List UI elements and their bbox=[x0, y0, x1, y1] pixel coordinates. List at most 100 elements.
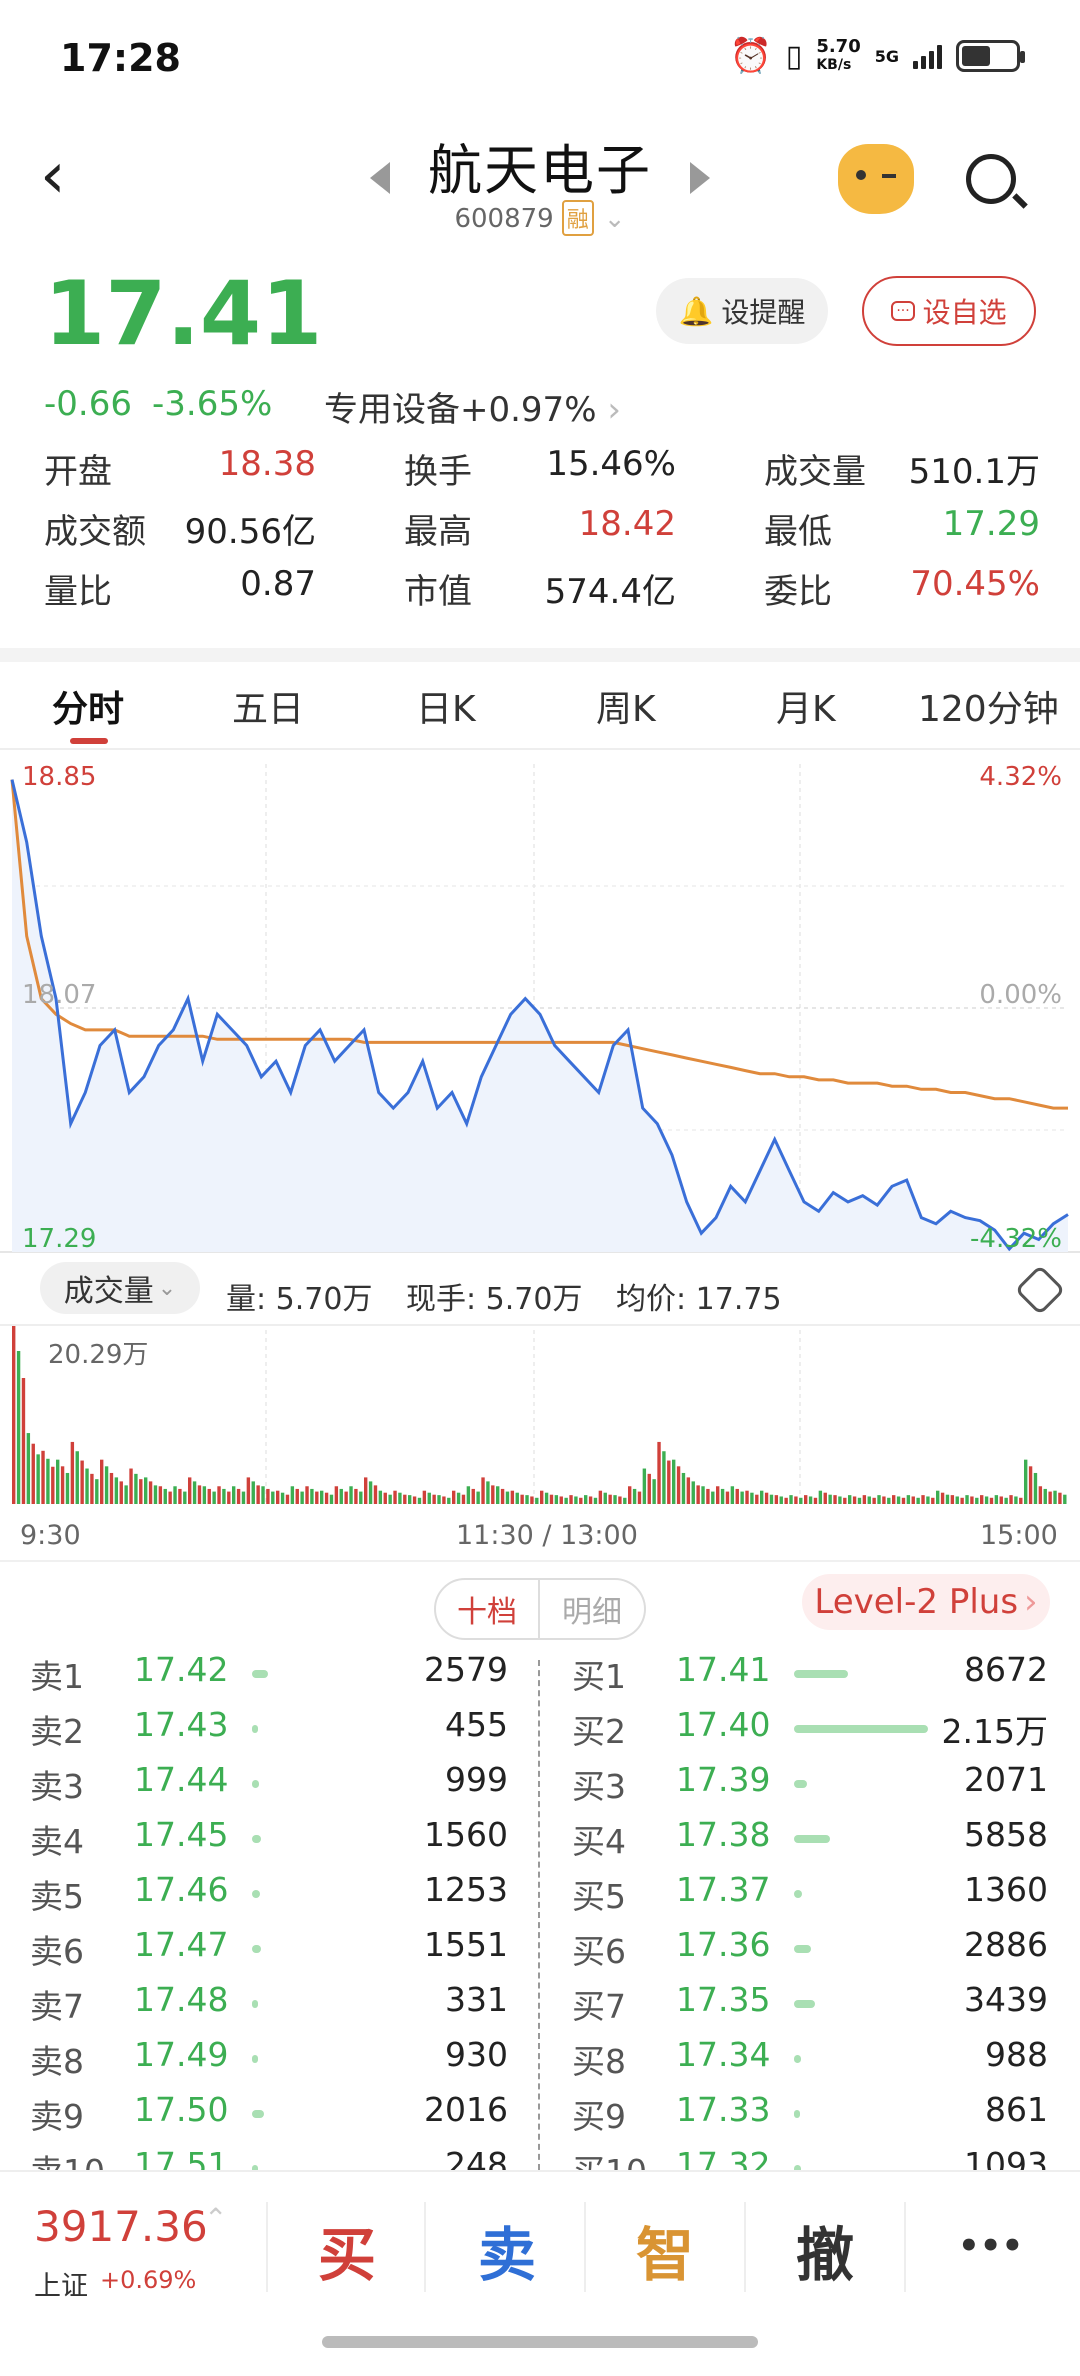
buy-level-bar bbox=[794, 1725, 928, 1733]
volume-bar bbox=[637, 1491, 642, 1504]
tab-daily-k[interactable]: 日K bbox=[416, 680, 476, 732]
mascot-avatar[interactable] bbox=[838, 144, 914, 214]
volume-bar bbox=[119, 1481, 123, 1504]
sell-level-row[interactable]: 卖3 17.44 999 bbox=[30, 1760, 508, 1814]
volume-bar bbox=[60, 1466, 65, 1504]
stat-value: 17.29 bbox=[942, 504, 1040, 544]
volume-bar bbox=[593, 1497, 598, 1504]
axis-pct-bottom: -4.32% bbox=[970, 1224, 1062, 1254]
stock-name: 航天电子 bbox=[428, 139, 652, 202]
sell-level-price: 17.42 bbox=[134, 1650, 229, 1689]
volume-bar bbox=[706, 1488, 710, 1504]
buy-button[interactable]: 买 bbox=[318, 2208, 376, 2292]
sell-level-price: 17.50 bbox=[134, 2090, 229, 2129]
axis-pct-mid: 0.00% bbox=[979, 980, 1062, 1010]
stat-label: 量比 bbox=[44, 572, 112, 612]
volume-bar bbox=[960, 1497, 964, 1504]
buy-level-row[interactable]: 买3 17.39 2071 bbox=[572, 1760, 1048, 1814]
tab-weekly-k[interactable]: 周K bbox=[596, 680, 656, 732]
volume-bar bbox=[46, 1458, 50, 1504]
volume-bar bbox=[12, 1324, 16, 1504]
search-icon[interactable] bbox=[966, 154, 1016, 204]
sell-button[interactable]: 卖 bbox=[478, 2208, 536, 2292]
buy-level-row[interactable]: 买8 17.34 988 bbox=[572, 2035, 1048, 2089]
volume-bar bbox=[393, 1490, 397, 1504]
volume-bar bbox=[153, 1485, 158, 1504]
tab-monthly-k[interactable]: 月K bbox=[776, 680, 836, 732]
sell-level-row[interactable]: 卖1 17.42 2579 bbox=[30, 1650, 508, 1704]
add-favorite-label: 设自选 bbox=[922, 296, 1007, 329]
more-button[interactable]: ••• bbox=[958, 2226, 1023, 2266]
sell-level-row[interactable]: 卖9 17.50 2016 bbox=[30, 2090, 508, 2144]
sell-level-label: 卖4 bbox=[30, 1822, 84, 1861]
tab-details[interactable]: 明细 bbox=[540, 1578, 646, 1640]
add-favorite-button[interactable]: ··· 设自选 bbox=[862, 276, 1036, 346]
volume-bar bbox=[1053, 1490, 1057, 1504]
volume-bar bbox=[535, 1497, 539, 1504]
volume-bar bbox=[569, 1495, 573, 1504]
volume-bar bbox=[114, 1477, 119, 1504]
volume-bar bbox=[618, 1496, 622, 1504]
sell-level-price: 17.49 bbox=[134, 2035, 229, 2074]
volume-bar bbox=[388, 1494, 392, 1504]
buy-level-row[interactable]: 买2 17.40 2.15万 bbox=[572, 1705, 1048, 1759]
volume-bar bbox=[461, 1494, 466, 1504]
volume-bar bbox=[833, 1495, 837, 1504]
intraday-chart[interactable] bbox=[0, 750, 1080, 1512]
tab-120min[interactable]: 120分钟 bbox=[918, 680, 1059, 732]
buy-level-price: 17.37 bbox=[676, 1870, 771, 1909]
next-stock-icon[interactable] bbox=[690, 162, 710, 194]
tab-intraday[interactable]: 分时 bbox=[52, 680, 124, 732]
volume-bar bbox=[144, 1477, 148, 1504]
price-change: -0.66 bbox=[44, 384, 132, 424]
buy-level-bar bbox=[794, 2110, 800, 2118]
sell-level-bar bbox=[252, 2000, 258, 2008]
axis-price-mid: 18.07 bbox=[22, 980, 97, 1010]
sell-level-row[interactable]: 卖6 17.47 1551 bbox=[30, 1925, 508, 1979]
sell-level-row[interactable]: 卖8 17.49 930 bbox=[30, 2035, 508, 2089]
sell-level-row[interactable]: 卖4 17.45 1560 bbox=[30, 1815, 508, 1869]
set-reminder-button[interactable]: 🔔 设提醒 bbox=[656, 278, 828, 344]
volume-bar bbox=[804, 1495, 808, 1504]
buy-level-row[interactable]: 买6 17.36 2886 bbox=[572, 1925, 1048, 1979]
index-change: +0.69% bbox=[100, 2266, 197, 2294]
time-end: 15:00 bbox=[980, 1520, 1058, 1551]
cancel-button[interactable]: 撤 bbox=[796, 2208, 854, 2292]
stock-code-line: 600879 融 ⌄ bbox=[0, 200, 1080, 236]
sell-level-bar bbox=[252, 2110, 264, 2118]
volume-bar bbox=[422, 1490, 427, 1504]
volume-bar bbox=[887, 1497, 891, 1504]
sell-level-volume: 455 bbox=[445, 1705, 508, 1744]
volume-bar bbox=[662, 1451, 666, 1504]
sell-level-row[interactable]: 卖2 17.43 455 bbox=[30, 1705, 508, 1759]
volume-bar bbox=[16, 1351, 21, 1504]
buy-level-row[interactable]: 买7 17.35 3439 bbox=[572, 1980, 1048, 2034]
volume-bar bbox=[90, 1473, 94, 1504]
volume-bar bbox=[564, 1497, 568, 1504]
sell-level-row[interactable]: 卖7 17.48 331 bbox=[30, 1980, 508, 2034]
tab-5day[interactable]: 五日 bbox=[232, 680, 304, 732]
volume-bar bbox=[271, 1491, 275, 1504]
volume-indicator-dropdown[interactable]: 成交量 ⌄ bbox=[40, 1262, 200, 1314]
chat-dots-icon: ··· bbox=[891, 301, 915, 321]
buy-level-row[interactable]: 买4 17.38 5858 bbox=[572, 1815, 1048, 1869]
chevron-down-icon[interactable]: ⌄ bbox=[604, 204, 626, 234]
tab-ten-levels[interactable]: 十档 bbox=[434, 1578, 540, 1640]
volume-bar bbox=[466, 1486, 471, 1504]
volume-bar bbox=[412, 1496, 417, 1504]
chevron-right-icon: › bbox=[1024, 1582, 1038, 1622]
stat-label: 委比 bbox=[764, 572, 832, 612]
sell-level-row[interactable]: 卖5 17.46 1253 bbox=[30, 1870, 508, 1924]
volume-bar bbox=[711, 1491, 715, 1504]
sector-link[interactable]: 专用设备+0.97% › bbox=[324, 382, 621, 431]
volume-bar bbox=[212, 1491, 216, 1504]
volume-bar bbox=[901, 1497, 906, 1504]
buy-level-row[interactable]: 买9 17.33 861 bbox=[572, 2090, 1048, 2144]
net-speed-value: 5.70 bbox=[816, 36, 861, 57]
level2-plus-button[interactable]: Level-2 Plus › bbox=[802, 1574, 1050, 1630]
smart-button[interactable]: 智 bbox=[636, 2208, 694, 2292]
volume-bar bbox=[862, 1495, 867, 1504]
buy-level-row[interactable]: 买1 17.41 8672 bbox=[572, 1650, 1048, 1704]
buy-level-row[interactable]: 买5 17.37 1360 bbox=[572, 1870, 1048, 1924]
volume-bar bbox=[799, 1497, 803, 1504]
